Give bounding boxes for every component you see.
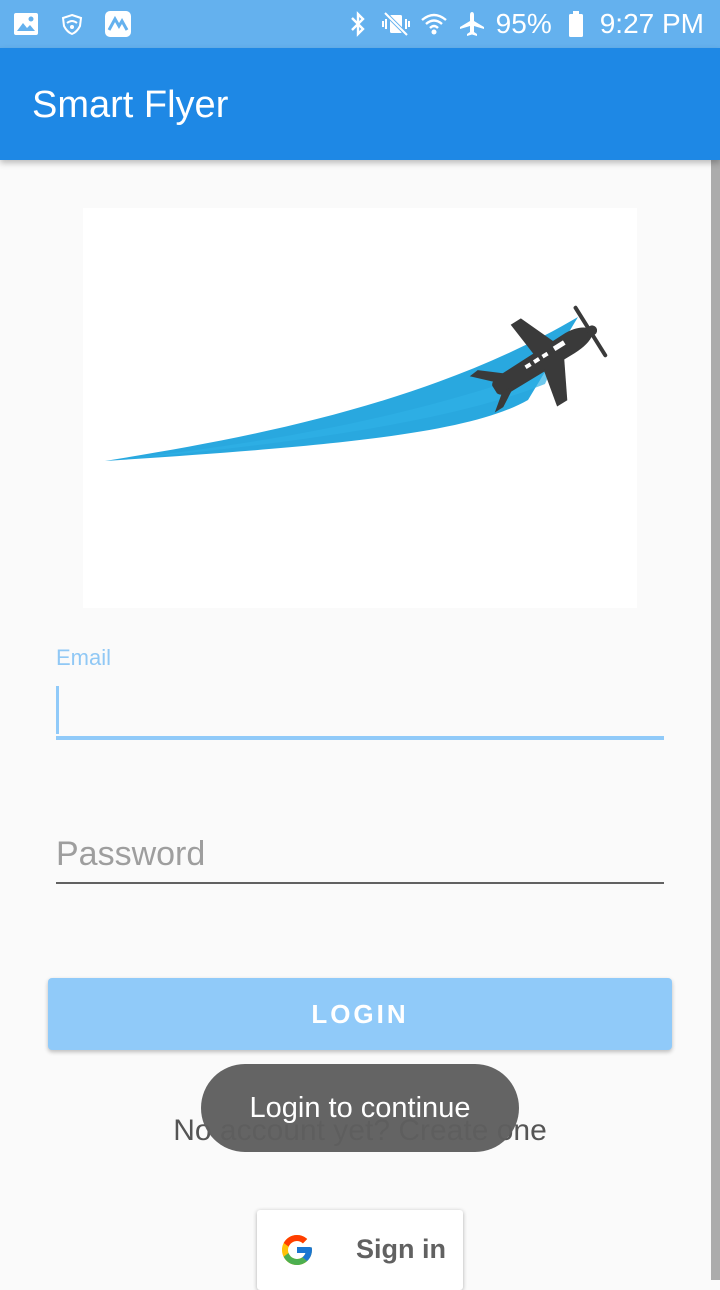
gallery-icon [12, 10, 40, 38]
app-icon [104, 10, 132, 38]
airplane-logo-icon [105, 305, 608, 461]
battery-icon [562, 10, 590, 38]
toast-message: Login to continue [201, 1064, 519, 1152]
google-icon [279, 1232, 315, 1268]
app-bar: Smart Flyer [0, 48, 720, 160]
mute-vibrate-icon [381, 10, 410, 38]
google-sign-in-label: Sign in [356, 1234, 446, 1264]
airplane-mode-icon [458, 10, 486, 38]
text-cursor [56, 686, 59, 734]
status-bar-left [12, 10, 132, 38]
status-bar: 95% 9:27 PM [0, 0, 720, 48]
email-field[interactable] [56, 684, 664, 740]
password-field[interactable] [56, 826, 664, 884]
bluetooth-icon [344, 10, 372, 38]
scrollbar[interactable] [711, 160, 720, 1280]
clock: 9:27 PM [599, 8, 704, 39]
app-title: Smart Flyer [32, 84, 229, 126]
google-sign-in-button[interactable]: Sign in [257, 1210, 463, 1290]
status-bar-right: 95% 9:27 PM [344, 8, 704, 40]
wifi-icon [420, 10, 448, 38]
battery-percent: 95% [495, 8, 552, 39]
logo-image [83, 208, 637, 608]
email-label: Email [56, 645, 112, 670]
wifi-shield-icon [58, 10, 86, 38]
login-button[interactable]: LOGIN [48, 978, 672, 1050]
